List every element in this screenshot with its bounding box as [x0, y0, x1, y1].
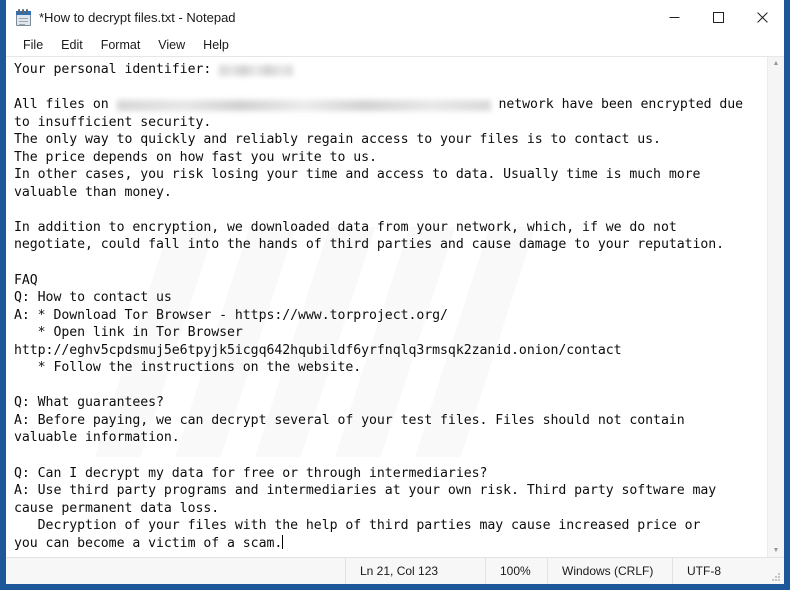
text-line: Decryption of your files with the help o… [14, 518, 701, 534]
close-icon [756, 11, 768, 23]
text-line: to insufficient security. [14, 114, 212, 130]
text-line: you can become a victim of a scam. [14, 534, 284, 551]
resize-grip[interactable] [771, 572, 781, 582]
text-line: In other cases, you risk losing your tim… [14, 167, 701, 183]
text-line [14, 254, 767, 272]
title-bar-left: *How to decrypt files.txt - Notepad [6, 8, 652, 26]
notepad-icon [16, 8, 31, 26]
scroll-up-icon[interactable]: ▲ [773, 60, 780, 67]
text-line: cause permanent data loss. [14, 500, 220, 516]
menu-item-edit[interactable]: Edit [52, 36, 92, 54]
redacted-text [219, 65, 294, 76]
redacted-text [116, 100, 491, 112]
window-title: *How to decrypt files.txt - Notepad [39, 9, 236, 25]
text-line [14, 79, 767, 97]
menu-item-view[interactable]: View [149, 36, 194, 54]
status-bar: Ln 21, Col 123 100% Windows (CRLF) UTF-8 [6, 557, 784, 584]
document-text[interactable]: Your personal identifier: All files on n… [6, 57, 767, 552]
notepad-window: *How to decrypt files.txt - Notepad File… [0, 0, 790, 590]
text-line: The price depends on how fast you write … [14, 149, 377, 165]
maximize-button[interactable] [696, 0, 740, 34]
text-line: valuable than money. [14, 184, 172, 200]
text-line: A: Before paying, we can decrypt several… [14, 412, 685, 428]
text-line: http://eghv5cpdsmuj5e6tpyjk5icgq642hqubi… [14, 342, 622, 358]
maximize-icon [712, 11, 724, 23]
text-line: negotiate, could fall into the hands of … [14, 237, 725, 253]
editor-area: Your personal identifier: All files on n… [6, 56, 784, 557]
text-line: * Follow the instructions on the website… [14, 360, 362, 376]
text-line: Q: How to contact us [14, 290, 172, 306]
text-line [14, 377, 767, 395]
menu-item-format[interactable]: Format [92, 36, 150, 54]
status-cursor-position: Ln 21, Col 123 [345, 558, 485, 584]
menu-bar: File Edit Format View Help [6, 34, 784, 56]
text-line [14, 447, 767, 465]
status-line-ending[interactable]: Windows (CRLF) [547, 558, 672, 584]
text-line [14, 201, 767, 219]
text-line: All files on network have been encrypted… [14, 97, 744, 113]
scroll-down-icon[interactable]: ▼ [773, 547, 780, 554]
status-zoom-level[interactable]: 100% [485, 558, 547, 584]
text-editor[interactable]: Your personal identifier: All files on n… [6, 57, 767, 557]
text-line: In addition to encryption, we downloaded… [14, 219, 677, 235]
text-line: Your personal identifier: [14, 61, 767, 79]
text-line: FAQ [14, 272, 38, 288]
text-line: valuable information. [14, 430, 180, 446]
text-line: Q: Can I decrypt my data for free or thr… [14, 465, 488, 481]
menu-item-help[interactable]: Help [194, 36, 238, 54]
menu-item-file[interactable]: File [14, 36, 52, 54]
text-line: A: * Download Tor Browser - https://www.… [14, 307, 448, 323]
close-button[interactable] [740, 0, 784, 34]
text-line: Q: What guarantees? [14, 395, 164, 411]
minimize-button[interactable] [652, 0, 696, 34]
window-controls [652, 0, 784, 34]
text-line: * Open link in Tor Browser [14, 325, 243, 341]
status-encoding[interactable]: UTF-8 [672, 558, 784, 584]
vertical-scrollbar[interactable]: ▲ ▼ [767, 57, 784, 557]
minimize-icon [669, 16, 679, 18]
text-line: A: Use third party programs and intermed… [14, 483, 717, 499]
text-line: The only way to quickly and reliably reg… [14, 132, 661, 148]
text-caret [282, 534, 284, 549]
title-bar[interactable]: *How to decrypt files.txt - Notepad [6, 0, 784, 34]
